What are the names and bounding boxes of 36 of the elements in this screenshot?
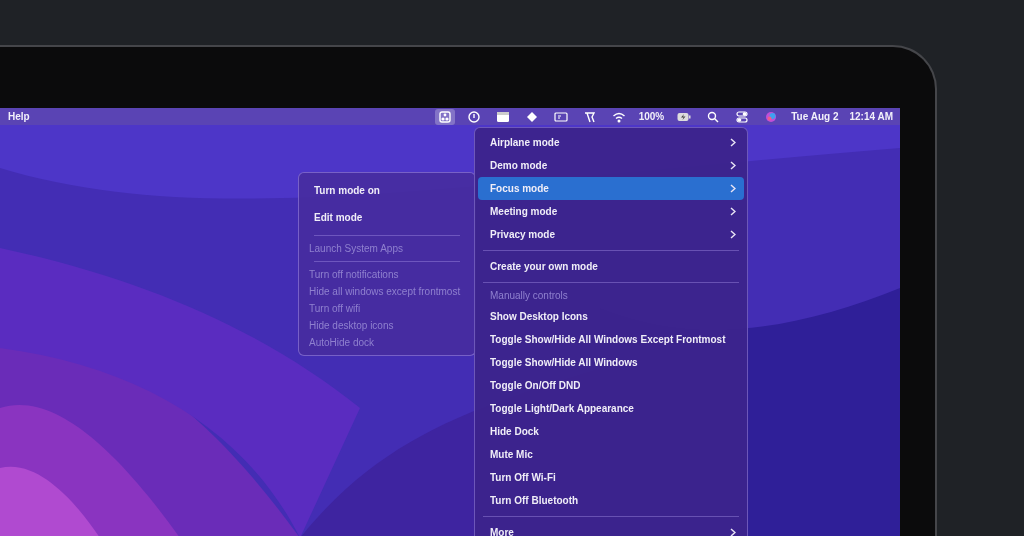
menu-item[interactable]: Airplane mode bbox=[478, 131, 744, 154]
menu-item[interactable]: Create your own mode bbox=[478, 255, 744, 278]
menu-item[interactable]: Turn Off Wi-Fi bbox=[478, 466, 744, 489]
menu-item: Launch System Apps bbox=[309, 242, 404, 256]
status-text: 12:14 AM bbox=[848, 111, 894, 122]
menu-item[interactable]: Meeting mode bbox=[478, 200, 744, 223]
chevron-icon bbox=[730, 230, 736, 239]
menu-item[interactable]: Toggle On/Off DND bbox=[478, 374, 744, 397]
app-icon[interactable] bbox=[434, 108, 455, 125]
menu-item[interactable]: Hide Dock bbox=[478, 420, 744, 443]
menu-item: Turn off notifications bbox=[309, 268, 400, 282]
chevron-icon bbox=[730, 138, 736, 147]
menu-item[interactable]: Toggle Light/Dark Appearance bbox=[478, 397, 744, 420]
status-text: 100% bbox=[637, 111, 666, 122]
section-header: Manually controls bbox=[489, 289, 569, 303]
status-text: Tue Aug 2 bbox=[790, 111, 840, 122]
menu-item[interactable]: Toggle Show/Hide All Windows Except Frontmost bbox=[478, 328, 744, 351]
menu-item[interactable]: Edit mode bbox=[309, 204, 465, 231]
chevron-icon bbox=[730, 528, 736, 536]
menu-item[interactable]: Demo mode bbox=[478, 154, 744, 177]
menu-item[interactable]: Turn mode on bbox=[309, 177, 465, 204]
chevron-icon bbox=[730, 207, 736, 216]
menu-item: Turn off wifi bbox=[309, 302, 362, 316]
menu-item[interactable]: More bbox=[478, 521, 744, 536]
menu-item: Hide all windows except frontmost bbox=[309, 285, 462, 299]
chevron-icon bbox=[730, 161, 736, 170]
menu-item[interactable]: Turn Off Bluetooth bbox=[478, 489, 744, 512]
menu-item: Hide desktop icons bbox=[309, 319, 395, 333]
menu-item[interactable]: Mute Mic bbox=[478, 443, 744, 466]
menu-title[interactable]: Help bbox=[7, 111, 31, 122]
menu-item[interactable]: Privacy mode bbox=[478, 223, 744, 246]
menu-item[interactable]: Focus mode bbox=[478, 177, 744, 200]
menu-item: AutoHide dock bbox=[309, 336, 376, 350]
menu-item[interactable]: Toggle Show/Hide All Windows bbox=[478, 351, 744, 374]
chevron-icon bbox=[730, 184, 736, 193]
menu-item[interactable]: Show Desktop Icons bbox=[478, 305, 744, 328]
